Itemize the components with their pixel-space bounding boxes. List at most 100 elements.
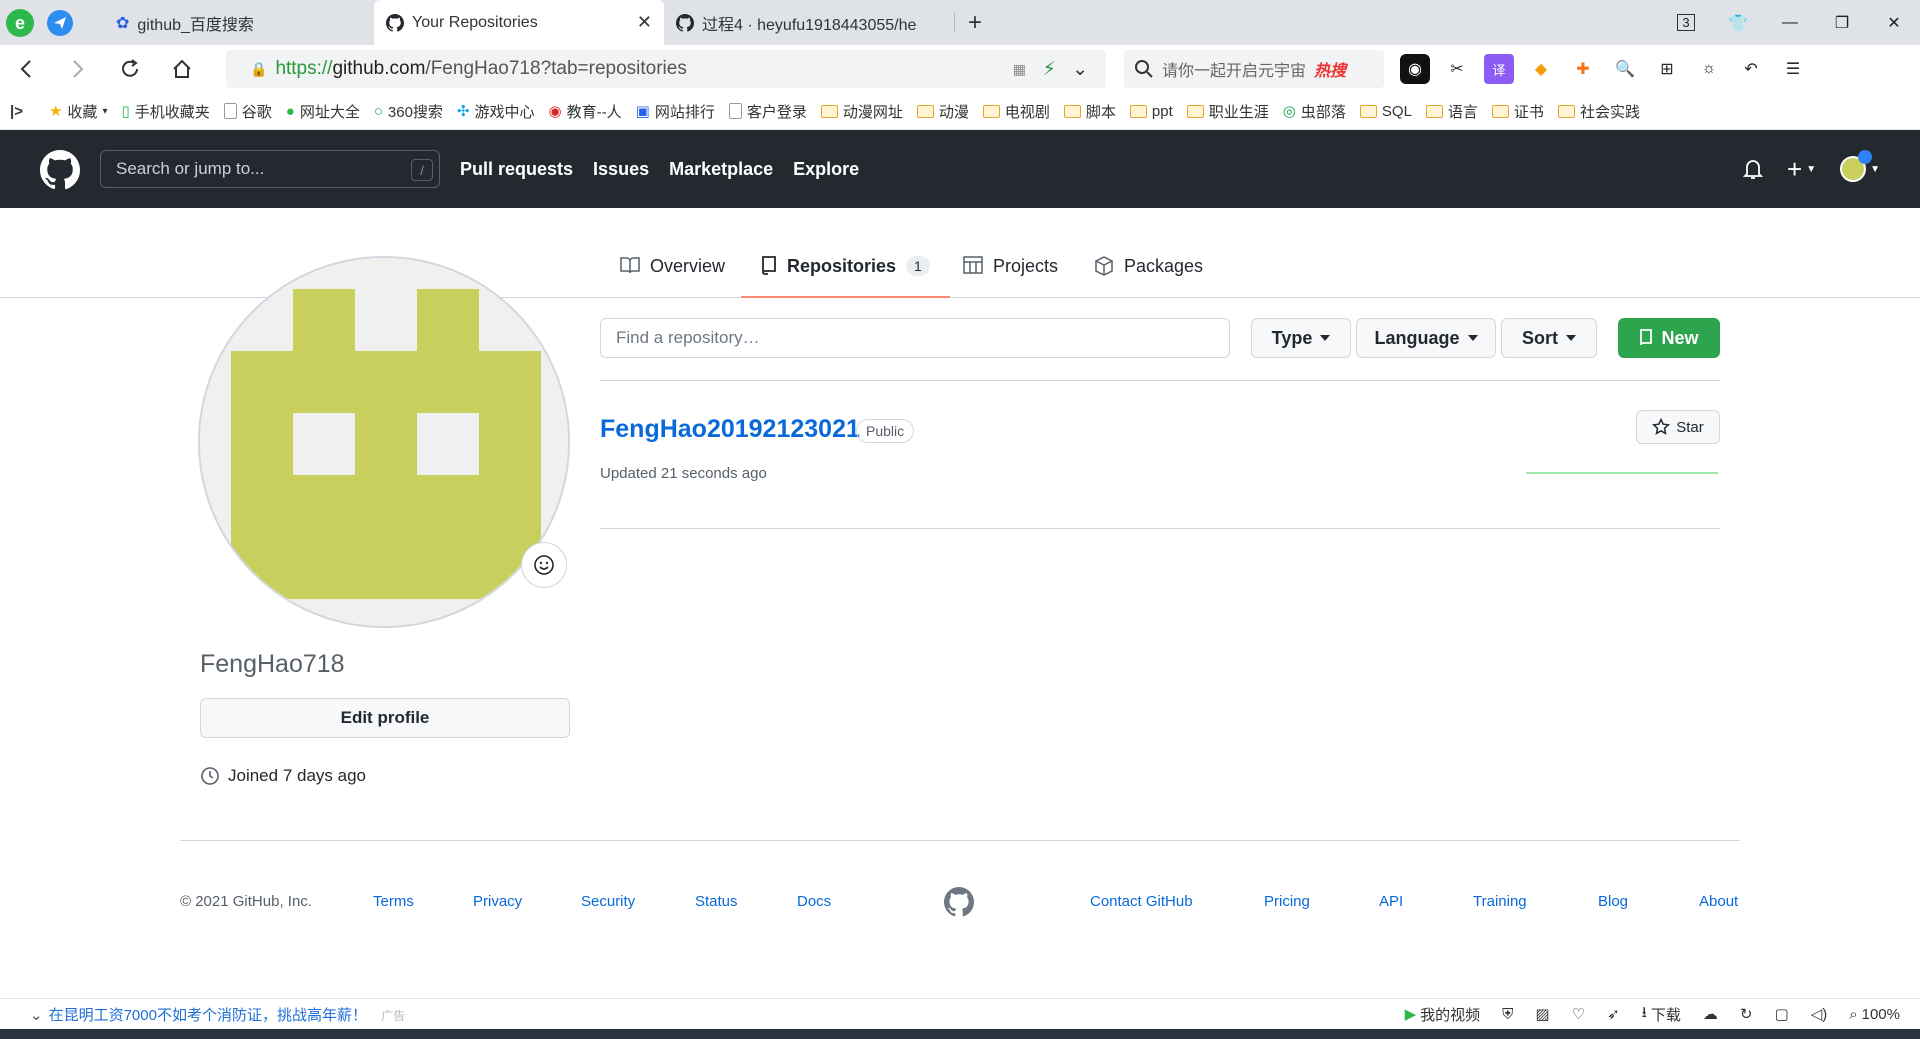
chevron-down-icon[interactable]: ⌄ xyxy=(1072,58,1088,81)
reload-button[interactable] xyxy=(104,45,156,93)
rocket-icon[interactable]: ➶ xyxy=(1607,1005,1620,1023)
bookmark-ranking[interactable]: ▣ 网站排行 xyxy=(636,101,715,122)
image-icon[interactable]: ▨ xyxy=(1535,1005,1549,1023)
new-repository-button[interactable]: New xyxy=(1618,318,1720,358)
type-filter-button[interactable]: Type xyxy=(1251,318,1351,358)
nav-explore[interactable]: Explore xyxy=(793,159,859,180)
cloud-icon[interactable]: ☁ xyxy=(1703,1005,1718,1023)
brightness-icon[interactable]: ☼ xyxy=(1694,54,1724,84)
refresh-icon[interactable]: ↻ xyxy=(1740,1005,1753,1023)
tab-your-repositories[interactable]: Your Repositories ✕ xyxy=(374,0,664,45)
download-button[interactable]: ⭳ 下载 xyxy=(1642,1002,1681,1027)
restore-button[interactable]: ❐ xyxy=(1816,0,1868,45)
bookmark-login[interactable]: 客户登录 xyxy=(728,101,807,122)
speaker-icon[interactable]: ◁) xyxy=(1811,1005,1828,1023)
bookmark-folder[interactable]: SQL xyxy=(1359,103,1412,120)
footer-link-docs[interactable]: Docs xyxy=(797,893,831,910)
edit-profile-button[interactable]: Edit profile xyxy=(200,698,570,738)
github-footer-logo-icon[interactable] xyxy=(944,887,974,917)
undo-icon[interactable]: ↶ xyxy=(1736,54,1766,84)
bookmark-favorites[interactable]: ★ 收藏 ▾ xyxy=(49,101,108,122)
nav-marketplace[interactable]: Marketplace xyxy=(669,159,773,180)
footer-link-status[interactable]: Status xyxy=(695,893,738,910)
shield-icon[interactable]: ⛨ xyxy=(1502,1006,1513,1023)
tab-close-icon[interactable]: ✕ xyxy=(637,12,652,33)
bookmark-folder[interactable]: 语言 xyxy=(1425,101,1478,122)
apps-grid-icon[interactable]: ⊞ xyxy=(1652,54,1682,84)
window-icon[interactable]: ▢ xyxy=(1775,1005,1789,1023)
browser-search-input[interactable]: 请你一起开启元宇宙 热搜 xyxy=(1124,50,1384,88)
user-menu-dropdown[interactable]: ▼ xyxy=(1840,150,1880,182)
footer-link-about[interactable]: About xyxy=(1699,893,1738,910)
tab-overview[interactable]: Overview xyxy=(620,256,725,298)
repo-name-link[interactable]: FengHao20192123021 xyxy=(600,415,860,444)
bookmark-folder[interactable]: 动漫 xyxy=(916,101,969,122)
back-button[interactable] xyxy=(0,45,52,93)
gamepad-icon[interactable]: ✚ xyxy=(1568,54,1598,84)
bookmark-folder[interactable]: 证书 xyxy=(1491,101,1544,122)
bookmark-chongbuluo[interactable]: ◎ 虫部落 xyxy=(1283,101,1346,122)
send-icon[interactable] xyxy=(40,0,80,45)
footer-link-blog[interactable]: Blog xyxy=(1598,893,1628,910)
bookmark-folder[interactable]: 社会实践 xyxy=(1557,101,1640,122)
bookmark-360[interactable]: ○ 360搜索 xyxy=(374,101,443,122)
tab-process4[interactable]: 过程4 · heyufu1918443055/he xyxy=(664,0,954,45)
close-window-button[interactable]: ✕ xyxy=(1868,0,1920,45)
hot-search-badge[interactable]: 热搜 xyxy=(1314,57,1346,81)
bookmark-folder[interactable]: 动漫网址 xyxy=(820,101,903,122)
tab-baidu[interactable]: ✿ github_百度搜索 xyxy=(104,0,374,45)
news-ticker[interactable]: ⌄ 在昆明工资7000不如考个消防证，挑战高年薪！ 广告 xyxy=(30,1004,405,1025)
star-button[interactable]: Star xyxy=(1636,410,1720,444)
github-logo-icon[interactable] xyxy=(40,150,80,190)
my-video-button[interactable]: ▶ 我的视频 xyxy=(1405,1004,1481,1025)
bookmark-folder[interactable]: 职业生涯 xyxy=(1186,101,1269,122)
tab-counter[interactable]: 3 xyxy=(1660,0,1712,45)
bookmark-folder[interactable]: 电视剧 xyxy=(982,101,1050,122)
bookmark-games[interactable]: ✣ 游戏中心 xyxy=(457,101,535,122)
bookmark-google[interactable]: 谷歌 xyxy=(223,101,272,122)
footer-link-training[interactable]: Training xyxy=(1473,893,1527,910)
bookmark-folder[interactable]: ppt xyxy=(1129,103,1173,120)
browser-logo-icon[interactable]: e xyxy=(0,0,40,45)
forward-button[interactable] xyxy=(52,45,104,93)
footer-link-security[interactable]: Security xyxy=(581,893,635,910)
sidebar-toggle-icon[interactable]: |> xyxy=(10,103,23,120)
footer-link-pricing[interactable]: Pricing xyxy=(1264,893,1310,910)
bookmark-mobile[interactable]: ▯ 手机收藏夹 xyxy=(121,101,209,122)
zoom-control[interactable]: ⌕ 100% xyxy=(1849,1006,1900,1023)
sort-filter-button[interactable]: Sort xyxy=(1501,318,1597,358)
game-controller-icon[interactable]: ◉ xyxy=(1400,54,1430,84)
qr-icon[interactable]: ▦ xyxy=(1013,61,1026,78)
coupon-icon[interactable]: ◆ xyxy=(1526,54,1556,84)
nav-issues[interactable]: Issues xyxy=(593,159,649,180)
set-status-button[interactable] xyxy=(521,542,567,588)
scissors-icon[interactable]: ✂ xyxy=(1442,54,1472,84)
footer-link-api[interactable]: API xyxy=(1379,893,1403,910)
magnifier-tool-icon[interactable]: 🔍 xyxy=(1610,54,1640,84)
tab-packages[interactable]: Packages xyxy=(1094,256,1203,298)
language-filter-button[interactable]: Language xyxy=(1356,318,1496,358)
menu-icon[interactable]: ☰ xyxy=(1778,54,1808,84)
bookmark-directory[interactable]: ● 网址大全 xyxy=(286,101,360,122)
tab-repositories[interactable]: Repositories 1 xyxy=(741,256,950,298)
tab-projects[interactable]: Projects xyxy=(963,256,1058,298)
translate-icon[interactable]: 译 xyxy=(1484,54,1514,84)
footer-link-contact[interactable]: Contact GitHub xyxy=(1090,893,1193,910)
bookmark-education[interactable]: ◉ 教育--人 xyxy=(549,101,622,122)
bell-icon[interactable] xyxy=(1743,158,1763,180)
url-field[interactable]: 🔒 https://github.com/FengHao718?tab=repo… xyxy=(226,50,1106,88)
heartbeat-icon[interactable]: ♡ xyxy=(1572,1005,1585,1023)
shirt-icon[interactable]: 👕 xyxy=(1712,0,1764,45)
bookmark-folder[interactable]: 脚本 xyxy=(1063,101,1116,122)
new-tab-button[interactable]: + xyxy=(955,0,995,45)
find-repository-input[interactable]: Find a repository… xyxy=(600,318,1230,358)
home-button[interactable] xyxy=(156,45,208,93)
create-new-dropdown[interactable]: + ▼ xyxy=(1787,156,1816,182)
profile-avatar[interactable] xyxy=(198,256,570,628)
lightning-icon[interactable]: ⚡ xyxy=(1043,58,1056,81)
footer-link-terms[interactable]: Terms xyxy=(373,893,414,910)
footer-link-privacy[interactable]: Privacy xyxy=(473,893,522,910)
minimize-button[interactable]: — xyxy=(1764,0,1816,45)
github-search-input[interactable]: Search or jump to... / xyxy=(100,150,440,188)
nav-pull-requests[interactable]: Pull requests xyxy=(460,159,573,180)
